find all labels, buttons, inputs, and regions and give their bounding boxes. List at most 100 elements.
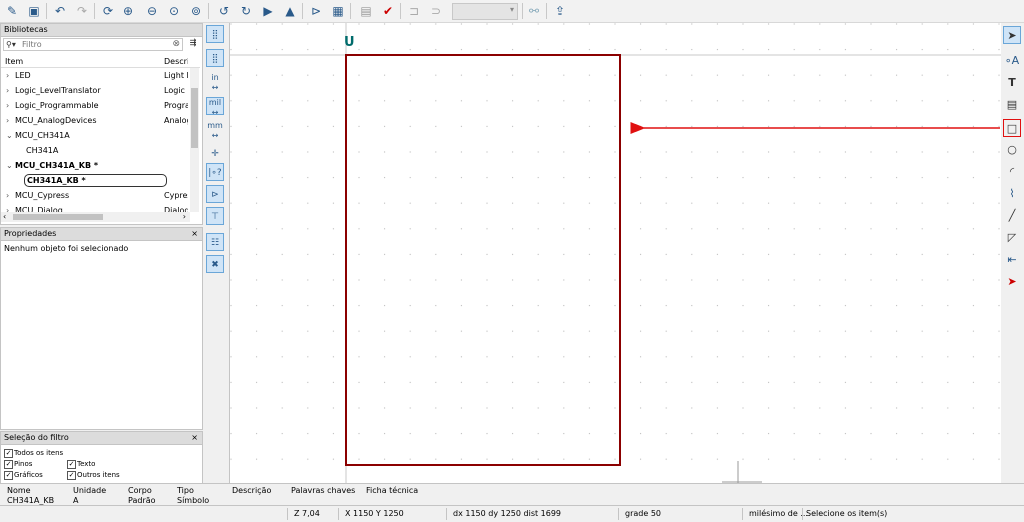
reference-designator[interactable]: U	[344, 35, 355, 50]
show-pin-numbers-icon[interactable]: |∘?	[206, 163, 224, 181]
datasheet-icon[interactable]: ▤	[358, 3, 374, 19]
add-line-icon[interactable]: ╱	[1003, 207, 1021, 225]
units-inches-button[interactable]: in ↔	[206, 73, 224, 92]
library-item[interactable]: ⌄ MCU_CH341A_KB *	[1, 158, 200, 173]
library-item-label: MCU_CH341A	[15, 131, 70, 140]
refresh-icon[interactable]: ⟳	[100, 3, 116, 19]
library-item[interactable]: ⌄ MCU_CH341A	[1, 128, 200, 143]
close-icon[interactable]: ×	[191, 432, 198, 444]
show-deMorgan-alternate-icon[interactable]: ⊃	[428, 3, 444, 19]
unit-selector-dropdown[interactable]: ▾	[452, 3, 518, 20]
add-textbox-icon[interactable]: ▤	[1003, 96, 1021, 114]
select-cursor-icon[interactable]: ➤	[1003, 26, 1021, 44]
library-item[interactable]: › Logic_Programmable Progra	[1, 98, 200, 113]
library-symbol-item[interactable]: CH341A_KB *	[1, 173, 200, 188]
symbol-tree-icon[interactable]: ☷	[206, 233, 224, 251]
clear-filter-icon[interactable]: ⊗	[172, 39, 180, 49]
library-item-label: CH341A_KB *	[24, 174, 167, 187]
library-symbol-item[interactable]: CH341A	[1, 143, 200, 158]
undo-icon[interactable]: ↶	[52, 3, 68, 19]
libraries-panel: Bibliotecas ⚲▾ ⊗ ⇶ Item Descriç › LED Ligh…	[0, 23, 203, 225]
cursor-style-icon[interactable]: ✛	[206, 145, 224, 163]
mirror-horizontal-icon[interactable]: ▶	[260, 3, 276, 19]
add-pin-icon[interactable]: ∘A	[1003, 52, 1021, 70]
library-vscrollbar[interactable]	[190, 68, 199, 212]
chevron-right-icon[interactable]: ›	[6, 113, 9, 128]
scroll-right-icon[interactable]: ›	[183, 212, 186, 221]
editor-canvas[interactable]: U	[229, 23, 1001, 483]
zoom-fit-icon[interactable]: ⊙	[166, 3, 182, 19]
close-icon[interactable]: ×	[191, 228, 198, 240]
library-item-label: LED	[15, 71, 31, 80]
library-item[interactable]: › MCU_AnalogDevices Analog	[1, 113, 200, 128]
toolbar-separator	[400, 3, 401, 19]
all-items-checkbox[interactable]: ✓	[4, 449, 13, 458]
library-item[interactable]: › LED Light E	[1, 68, 200, 83]
zoom-readout: Z 7,04	[294, 509, 320, 518]
add-rectangle-icon[interactable]: □	[1003, 119, 1021, 137]
add-bezier-icon[interactable]: ⌇	[1003, 185, 1021, 203]
graphics-checkbox[interactable]: ✓	[4, 471, 13, 480]
delta-readout: dx 1150 dy 1250 dist 1699	[453, 509, 562, 518]
chevron-right-icon[interactable]: ›	[6, 68, 9, 83]
show-deMorgan-normal-icon[interactable]: ⊐	[406, 3, 422, 19]
library-item-label: CH341A	[26, 146, 59, 155]
zoom-out-icon[interactable]: ⊖	[144, 3, 160, 19]
text-checkbox[interactable]: ✓	[67, 460, 76, 469]
body-label: Corpo	[128, 486, 152, 495]
sync-pins-icon[interactable]: ⚯	[526, 3, 542, 19]
rotate-ccw-icon[interactable]: ↺	[216, 3, 232, 19]
pins-checkbox[interactable]: ✓	[4, 460, 13, 469]
add-text-icon[interactable]: T	[1003, 74, 1021, 92]
delete-tool-icon[interactable]: ➤	[1003, 273, 1021, 291]
grid-overrides-icon[interactable]: ⣿	[206, 49, 224, 67]
update-symbol-icon[interactable]: ⇪	[552, 3, 568, 19]
datasheet-label: Ficha técnica	[366, 486, 419, 495]
other-items-checkbox[interactable]: ✓	[67, 471, 76, 480]
pin-table-icon[interactable]: ▦	[330, 3, 346, 19]
save-icon[interactable]: ▣	[26, 3, 42, 19]
zoom-in-icon[interactable]: ⊕	[120, 3, 136, 19]
library-item[interactable]: › Logic_LevelTranslator Logic le	[1, 83, 200, 98]
show-hidden-pins-icon[interactable]: ⊤	[206, 207, 224, 225]
zoom-selection-icon[interactable]: ⊚	[188, 3, 204, 19]
chevron-down-icon[interactable]: ⌄	[6, 128, 13, 143]
scroll-left-icon[interactable]: ‹	[3, 212, 6, 221]
type-label: Tipo	[177, 486, 194, 495]
add-circle-icon[interactable]: ○	[1003, 141, 1021, 159]
grid-toggle-icon[interactable]: ⣿	[206, 25, 224, 43]
library-hscroll-thumb[interactable]	[13, 214, 103, 220]
library-item-label: MCU_AnalogDevices	[15, 116, 97, 125]
properties-manager-icon[interactable]: ✖	[206, 255, 224, 273]
library-filter-field[interactable]: ⚲▾ ⊗	[3, 38, 183, 51]
status-bar: Z 7,04 X 1150 Y 1250 dx 1150 dy 1250 dis…	[0, 505, 1024, 522]
chevron-right-icon[interactable]: ›	[6, 83, 9, 98]
chevron-right-icon[interactable]: ›	[6, 98, 9, 113]
search-icon: ⚲▾	[6, 40, 16, 49]
library-filter-input[interactable]	[22, 39, 162, 50]
col-desc-header[interactable]: Descriç	[164, 57, 188, 66]
status-separator	[446, 508, 447, 520]
library-hscrollbar[interactable]: ‹ ›	[1, 212, 190, 222]
add-arc-icon[interactable]: ◜	[1003, 163, 1021, 181]
symbol-properties-icon[interactable]: ⊳	[308, 3, 324, 19]
library-vscroll-thumb[interactable]	[191, 88, 198, 148]
show-pin-electrical-type-icon[interactable]: ⊳	[206, 185, 224, 203]
set-anchor-icon[interactable]: ⇤	[1003, 251, 1021, 269]
mirror-vertical-icon[interactable]: ▲	[282, 3, 298, 19]
library-item-description: Light E	[164, 71, 188, 80]
check-symbol-icon[interactable]: ✔	[380, 3, 396, 19]
add-polygon-icon[interactable]: ◸	[1003, 229, 1021, 247]
rotate-cw-icon[interactable]: ↻	[238, 3, 254, 19]
right-toolbar: ➤ ∘A T ▤ □ ○ ◜ ⌇ ╱ ◸ ⇤ ➤	[1001, 23, 1024, 483]
redo-icon[interactable]: ↷	[74, 3, 90, 19]
library-item[interactable]: › MCU_Cypress Cypres	[1, 188, 200, 203]
library-options-icon[interactable]: ⇶	[186, 38, 200, 51]
chevron-down-icon[interactable]: ⌄	[6, 158, 13, 173]
units-mils-button[interactable]: mil ↔	[206, 97, 224, 117]
new-symbol-icon[interactable]: ✎	[4, 3, 20, 19]
units-mm-button[interactable]: mm ↔	[206, 121, 224, 140]
col-item-header[interactable]: Item	[5, 57, 23, 66]
unit-value: A	[73, 496, 79, 505]
chevron-right-icon[interactable]: ›	[6, 188, 9, 203]
